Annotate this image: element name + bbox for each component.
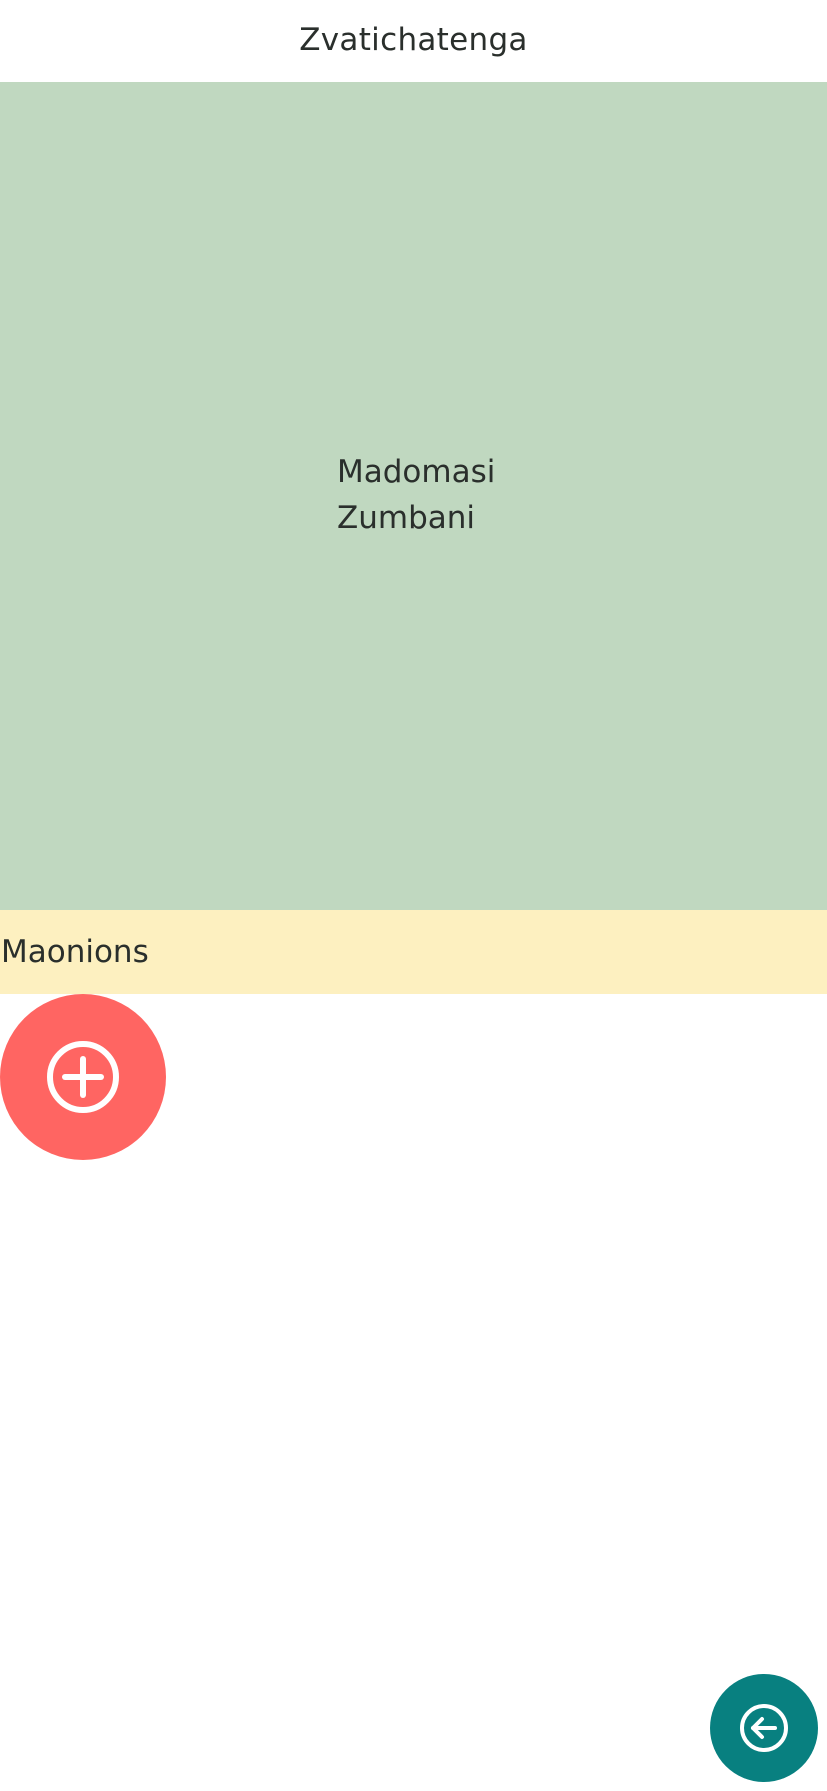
hero-card[interactable]: Madomasi Zumbani — [0, 82, 827, 910]
section-label: Maonions — [1, 934, 149, 970]
section-header: Maonions — [0, 910, 827, 994]
plus-circle-icon — [47, 1041, 119, 1113]
top-bar: Zvatichatenga — [0, 0, 827, 82]
arrow-left-circle-icon — [740, 1704, 788, 1752]
hero-text: Madomasi Zumbani — [337, 449, 495, 541]
back-button[interactable] — [710, 1674, 818, 1782]
hero-line-2: Zumbani — [337, 500, 476, 536]
add-button[interactable] — [0, 994, 166, 1160]
hero-line-1: Madomasi — [337, 454, 496, 490]
page-title: Zvatichatenga — [299, 21, 528, 58]
